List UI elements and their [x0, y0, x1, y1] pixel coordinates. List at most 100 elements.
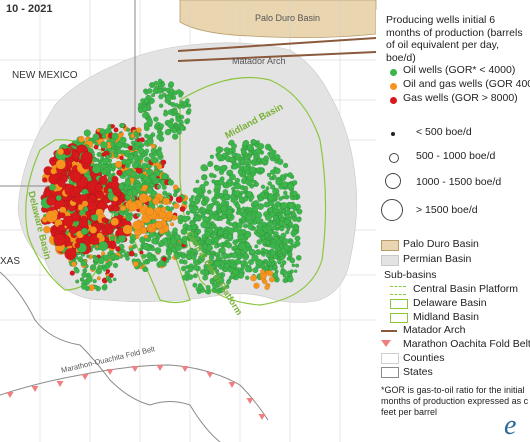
well-point — [246, 143, 254, 151]
well-point — [132, 220, 143, 231]
well-point — [50, 168, 57, 175]
well-point — [158, 227, 166, 235]
well-point — [200, 207, 207, 214]
well-point — [176, 129, 182, 135]
well-point — [295, 216, 302, 223]
well-point — [223, 146, 230, 154]
legend-matador: Matador Arch — [403, 324, 466, 336]
well-point — [179, 100, 185, 106]
well-point — [172, 184, 179, 190]
well-point — [152, 151, 158, 157]
well-point — [252, 200, 260, 207]
well-point — [80, 151, 93, 164]
well-point — [209, 154, 215, 159]
well-point — [192, 259, 199, 266]
fold-belt-marker — [156, 365, 164, 371]
well-point — [95, 268, 103, 275]
well-point — [62, 215, 74, 227]
well-point — [119, 205, 127, 212]
well-point — [80, 277, 85, 281]
well-point — [107, 260, 113, 266]
well-point — [102, 197, 110, 204]
permian-swatch — [381, 255, 399, 266]
size-large-swatch — [385, 173, 401, 189]
well-point — [218, 169, 225, 176]
well-point — [114, 160, 123, 169]
well-point — [293, 269, 298, 273]
well-point — [83, 129, 91, 137]
well-point — [282, 162, 289, 169]
well-point — [194, 215, 200, 221]
well-point — [232, 263, 238, 269]
well-point — [218, 242, 224, 248]
well-point — [179, 125, 185, 131]
well-point — [150, 156, 158, 164]
well-point — [50, 160, 56, 166]
well-point — [240, 216, 246, 222]
well-point — [214, 165, 221, 172]
well-point — [213, 237, 220, 243]
well-point — [290, 243, 295, 248]
well-point — [227, 169, 234, 176]
well-point — [174, 102, 179, 108]
well-point — [252, 267, 259, 274]
well-point — [160, 159, 167, 166]
well-point — [170, 222, 175, 227]
well-point — [128, 250, 135, 257]
well-point — [241, 206, 246, 211]
well-point — [133, 151, 139, 157]
well-point — [287, 172, 293, 178]
well-point — [289, 257, 296, 264]
map-title-fragment: 10 - 2021 — [6, 3, 53, 15]
well-point — [178, 258, 184, 264]
well-point — [295, 254, 302, 261]
well-point — [217, 229, 224, 236]
legend-size-lt500: < 500 boe/d — [416, 126, 472, 138]
well-point — [127, 145, 133, 151]
well-point — [236, 222, 243, 229]
gas-well-swatch — [390, 97, 397, 104]
well-point — [235, 210, 241, 216]
well-point — [294, 240, 301, 247]
fold-belt-marker — [246, 398, 254, 404]
well-point — [89, 226, 98, 234]
well-point — [81, 200, 89, 207]
well-point — [66, 240, 72, 247]
well-point — [224, 200, 230, 205]
well-point — [270, 249, 277, 256]
well-point — [272, 221, 277, 226]
well-point — [109, 235, 116, 242]
oil-gas-well-swatch — [390, 83, 397, 90]
midland-swatch — [390, 313, 408, 323]
well-point — [42, 177, 48, 183]
well-point — [92, 164, 101, 174]
well-point — [146, 137, 154, 145]
well-point — [96, 128, 101, 133]
well-point — [63, 147, 72, 156]
well-point — [236, 254, 242, 259]
well-point — [253, 282, 260, 289]
legend-subbasins-header: Sub-basins — [384, 269, 437, 281]
well-point — [226, 178, 233, 185]
legend-oil-gas-wells: Oil and gas wells (GOR 4000 - — [403, 78, 530, 90]
well-point — [145, 207, 154, 216]
well-point — [279, 216, 285, 222]
well-point — [208, 172, 215, 178]
well-point — [57, 148, 65, 156]
well-point — [50, 230, 56, 236]
well-point — [151, 143, 156, 149]
well-point — [259, 230, 265, 236]
well-point — [125, 169, 131, 175]
well-point — [151, 237, 159, 245]
well-point — [186, 103, 192, 108]
well-point — [200, 164, 208, 172]
well-point — [241, 228, 247, 235]
fold-belt-marker — [206, 372, 214, 378]
well-point — [291, 263, 296, 268]
well-point — [217, 178, 225, 186]
fold-belt-marker — [81, 374, 89, 380]
legend-gas-wells: Gas wells (GOR > 8000) — [403, 92, 518, 104]
well-point — [268, 152, 275, 159]
well-point — [192, 264, 199, 271]
well-point — [203, 180, 210, 187]
